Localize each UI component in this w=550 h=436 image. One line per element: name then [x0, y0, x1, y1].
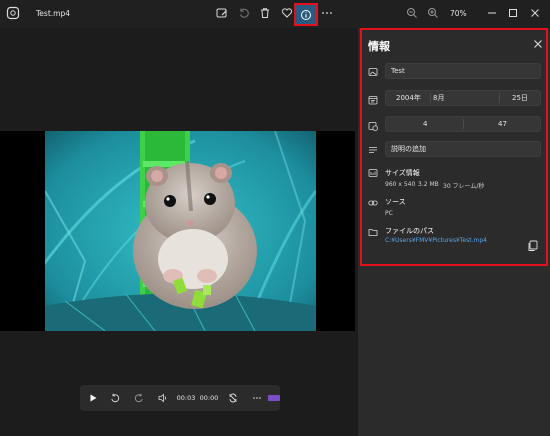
text-description-icon — [368, 145, 378, 155]
minimize-icon[interactable] — [485, 6, 499, 20]
edit-image-icon[interactable] — [215, 6, 229, 20]
favorite-heart-icon[interactable] — [280, 6, 294, 20]
file-name-value: Test — [391, 67, 405, 75]
zoom-out-icon[interactable] — [405, 6, 419, 20]
date-year[interactable]: 2004年 — [396, 91, 421, 105]
calendar-clock-icon — [368, 121, 378, 131]
calendar-icon — [368, 95, 378, 105]
volume-icon[interactable] — [156, 385, 170, 411]
video-viewer[interactable] — [0, 28, 355, 436]
link-icon — [368, 198, 378, 208]
file-info-button[interactable] — [294, 3, 318, 26]
file-name-input[interactable]: Test — [385, 63, 541, 79]
folder-icon — [368, 227, 378, 237]
panel-title: 情報 — [368, 40, 390, 53]
media-player-controls: 00:03 00:00 — [80, 385, 280, 411]
forward-30-icon[interactable] — [132, 385, 146, 411]
resolution: 960 x 540 — [385, 181, 416, 188]
time-divider — [463, 119, 464, 129]
size-info-label: サイズ情報 — [385, 169, 420, 177]
date-divider — [499, 93, 500, 103]
title-bar: Test.mp4 70% — [0, 0, 550, 28]
time-hour[interactable]: 4 — [423, 117, 427, 131]
date-day[interactable]: 25日 — [512, 91, 528, 105]
play-icon[interactable] — [86, 385, 100, 411]
time-picker[interactable]: 4 47 — [385, 116, 541, 132]
clipchamp-icon[interactable] — [268, 395, 280, 401]
close-panel-icon[interactable] — [532, 38, 544, 50]
total-time: 00:00 — [199, 394, 219, 402]
video-thumbnail-hamster[interactable] — [45, 131, 316, 331]
rewind-10-icon[interactable] — [108, 385, 122, 411]
description-input[interactable]: 説明の追加 — [385, 141, 541, 157]
more-options-icon[interactable] — [320, 6, 334, 20]
current-time: 00:03 — [176, 394, 196, 402]
rotate-icon[interactable] — [237, 6, 251, 20]
repeat-off-icon[interactable] — [226, 385, 240, 411]
file-title: Test.mp4 — [36, 9, 70, 18]
copy-path-icon[interactable] — [527, 240, 538, 252]
info-icon — [301, 9, 311, 20]
size-info-icon — [368, 168, 378, 178]
photos-app-icon — [6, 6, 20, 20]
file-path-link[interactable]: C:¥Users¥FMV¥Pictures¥Test.mp4 — [385, 237, 487, 244]
frame-rate: 30 フレーム/秒 — [443, 183, 485, 190]
zoom-in-icon[interactable] — [426, 6, 440, 20]
description-placeholder: 説明の追加 — [391, 145, 426, 153]
source-value: PC — [385, 210, 393, 217]
zoom-level: 70% — [450, 9, 467, 18]
source-label: ソース — [385, 198, 406, 206]
file-path-label: ファイルのパス — [385, 227, 434, 235]
date-divider — [430, 93, 431, 103]
date-picker[interactable]: 2004年 8月 25日 — [385, 90, 541, 106]
file-size: 3.2 MB — [418, 181, 439, 188]
delete-icon[interactable] — [258, 6, 272, 20]
close-window-icon[interactable] — [528, 6, 542, 20]
image-icon — [368, 67, 378, 77]
more-options-icon[interactable] — [250, 385, 264, 411]
date-month[interactable]: 8月 — [433, 91, 444, 105]
maximize-icon[interactable] — [506, 6, 520, 20]
time-minute[interactable]: 47 — [498, 117, 507, 131]
video-frame — [0, 131, 355, 331]
